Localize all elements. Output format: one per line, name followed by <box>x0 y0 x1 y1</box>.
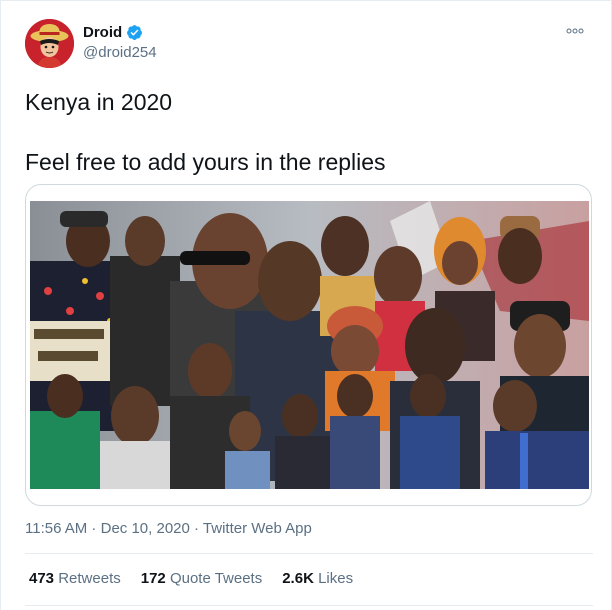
likes-count: 2.6K <box>282 570 314 587</box>
quote-tweets-label: Quote Tweets <box>169 570 263 587</box>
quote-tweets-stat[interactable]: 172 Quote Tweets <box>141 570 262 587</box>
avatar-icon <box>25 19 74 68</box>
tweet-date[interactable]: Dec 10, 2020 <box>101 520 190 537</box>
verified-badge-icon <box>127 25 143 40</box>
display-name-row: Droid <box>83 24 157 41</box>
divider <box>25 553 593 554</box>
likes-label: Likes <box>318 570 354 587</box>
display-name[interactable]: Droid <box>83 24 122 41</box>
media-card[interactable] <box>25 184 592 506</box>
likes-stat[interactable]: 2.6K Likes <box>282 570 353 587</box>
retweets-count: 473 <box>29 570 55 587</box>
author-handle[interactable]: @droid254 <box>83 44 157 61</box>
quote-tweets-count: 172 <box>140 570 166 587</box>
more-options-button[interactable] <box>563 23 587 39</box>
tweet-meta: 11:56 AM · Dec 10, 2020 · Twitter Web Ap… <box>25 520 312 537</box>
retweets-stat[interactable]: 473 Retweets <box>29 570 121 587</box>
retweets-label: Retweets <box>58 570 121 587</box>
tweet-header: Droid @droid254 <box>25 19 595 71</box>
tweet-text-line2: Feel free to add yours in the replies <box>25 149 386 175</box>
avatar[interactable] <box>25 19 74 68</box>
tweet-container: Droid @droid254 Kenya in 2020 Feel free … <box>0 0 612 610</box>
photo-collage-image[interactable] <box>30 201 589 489</box>
tweet-source[interactable]: Twitter Web App <box>203 520 312 537</box>
tweet-text-line1: Kenya in 2020 <box>25 89 173 115</box>
tweet-time[interactable]: 11:56 AM <box>25 520 87 537</box>
meta-separator: · <box>87 520 101 537</box>
divider <box>25 605 593 606</box>
more-options-icon <box>566 28 584 34</box>
author-names: Droid @droid254 <box>83 24 157 61</box>
tweet-stats: 473 Retweets 172 Quote Tweets 2.6K Likes <box>29 570 353 587</box>
meta-separator: · <box>189 520 203 537</box>
